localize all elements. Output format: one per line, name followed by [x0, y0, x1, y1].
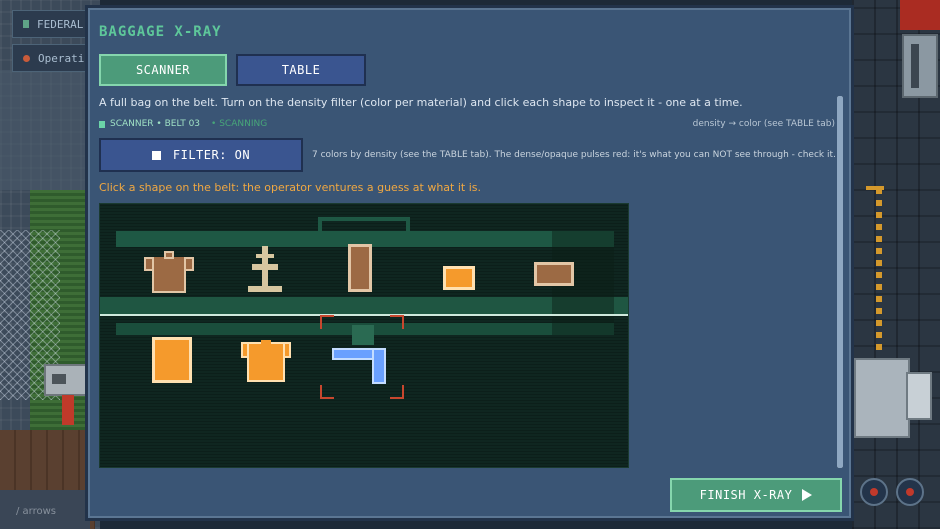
left-building — [0, 70, 95, 190]
wall-device — [44, 364, 94, 396]
kiosk-side — [906, 372, 932, 420]
scanner-status: SCANNER • BELT 03 • SCANNING — [99, 119, 267, 129]
bag-item-l-pipe[interactable] — [332, 348, 388, 384]
checkbox-icon — [151, 150, 161, 160]
filter-description: 7 colors by density (see the TABLE tab).… — [312, 150, 836, 160]
round-button-icon[interactable] — [896, 478, 924, 506]
filter-label: FILTER: ON — [172, 148, 251, 162]
wall-panel — [902, 34, 938, 98]
xray-scanner-view — [99, 203, 629, 468]
modal-title: BAGGAGE X-RAY — [99, 24, 222, 40]
bag-item-flat-box[interactable] — [534, 262, 574, 286]
kiosk-machine — [854, 358, 910, 438]
red-roof — [900, 0, 940, 30]
hud-tag-label: FEDERAL — [37, 17, 84, 31]
bag-item-block[interactable] — [152, 337, 192, 383]
scan-line — [100, 314, 628, 316]
bag-item-lamp[interactable] — [248, 246, 282, 292]
status-label: SCANNER • BELT 03 — [110, 119, 201, 129]
document-icon — [23, 20, 29, 28]
status-indicator-icon — [99, 120, 105, 128]
bag-item-shirt[interactable] — [144, 251, 194, 293]
hazard-stripe — [876, 190, 882, 350]
play-icon — [802, 489, 813, 501]
red-sign — [62, 395, 74, 425]
conveyor-belt — [100, 297, 628, 315]
selection-corner-icon — [320, 315, 334, 329]
status-state: • SCANNING — [211, 119, 268, 129]
hud-tag-label: Operati — [38, 51, 85, 65]
bag-item-small-box[interactable] — [443, 266, 475, 290]
instruction-text: Click a shape on the belt: the operator … — [99, 181, 482, 194]
tab-scanner[interactable]: SCANNER — [99, 54, 227, 86]
finish-label: FINISH X-RAY — [699, 488, 793, 502]
density-legend-hint: density → color (see TABLE tab) — [692, 119, 835, 129]
bag-item-bar[interactable] — [348, 244, 372, 292]
controls-hint: / arrows — [16, 506, 57, 517]
tab-table[interactable]: TABLE — [236, 54, 366, 86]
selection-corner-icon — [390, 315, 404, 329]
round-button-icon[interactable] — [860, 478, 888, 506]
bag-item-shirt-orange[interactable] — [241, 340, 291, 382]
density-filter-toggle[interactable]: FILTER: ON — [99, 138, 303, 172]
finish-xray-button[interactable]: FINISH X-RAY — [670, 478, 842, 512]
scroll-thumb[interactable] — [837, 96, 843, 468]
scrollbar[interactable] — [837, 96, 843, 468]
intro-text: A full bag on the belt. Turn on the dens… — [99, 96, 743, 109]
selection-corner-icon — [390, 385, 404, 399]
selection-corner-icon — [320, 385, 334, 399]
selection-marker — [352, 325, 374, 345]
baggage-xray-modal: BAGGAGE X-RAY SCANNER TABLE A full bag o… — [88, 8, 851, 518]
gear-icon — [23, 54, 30, 62]
